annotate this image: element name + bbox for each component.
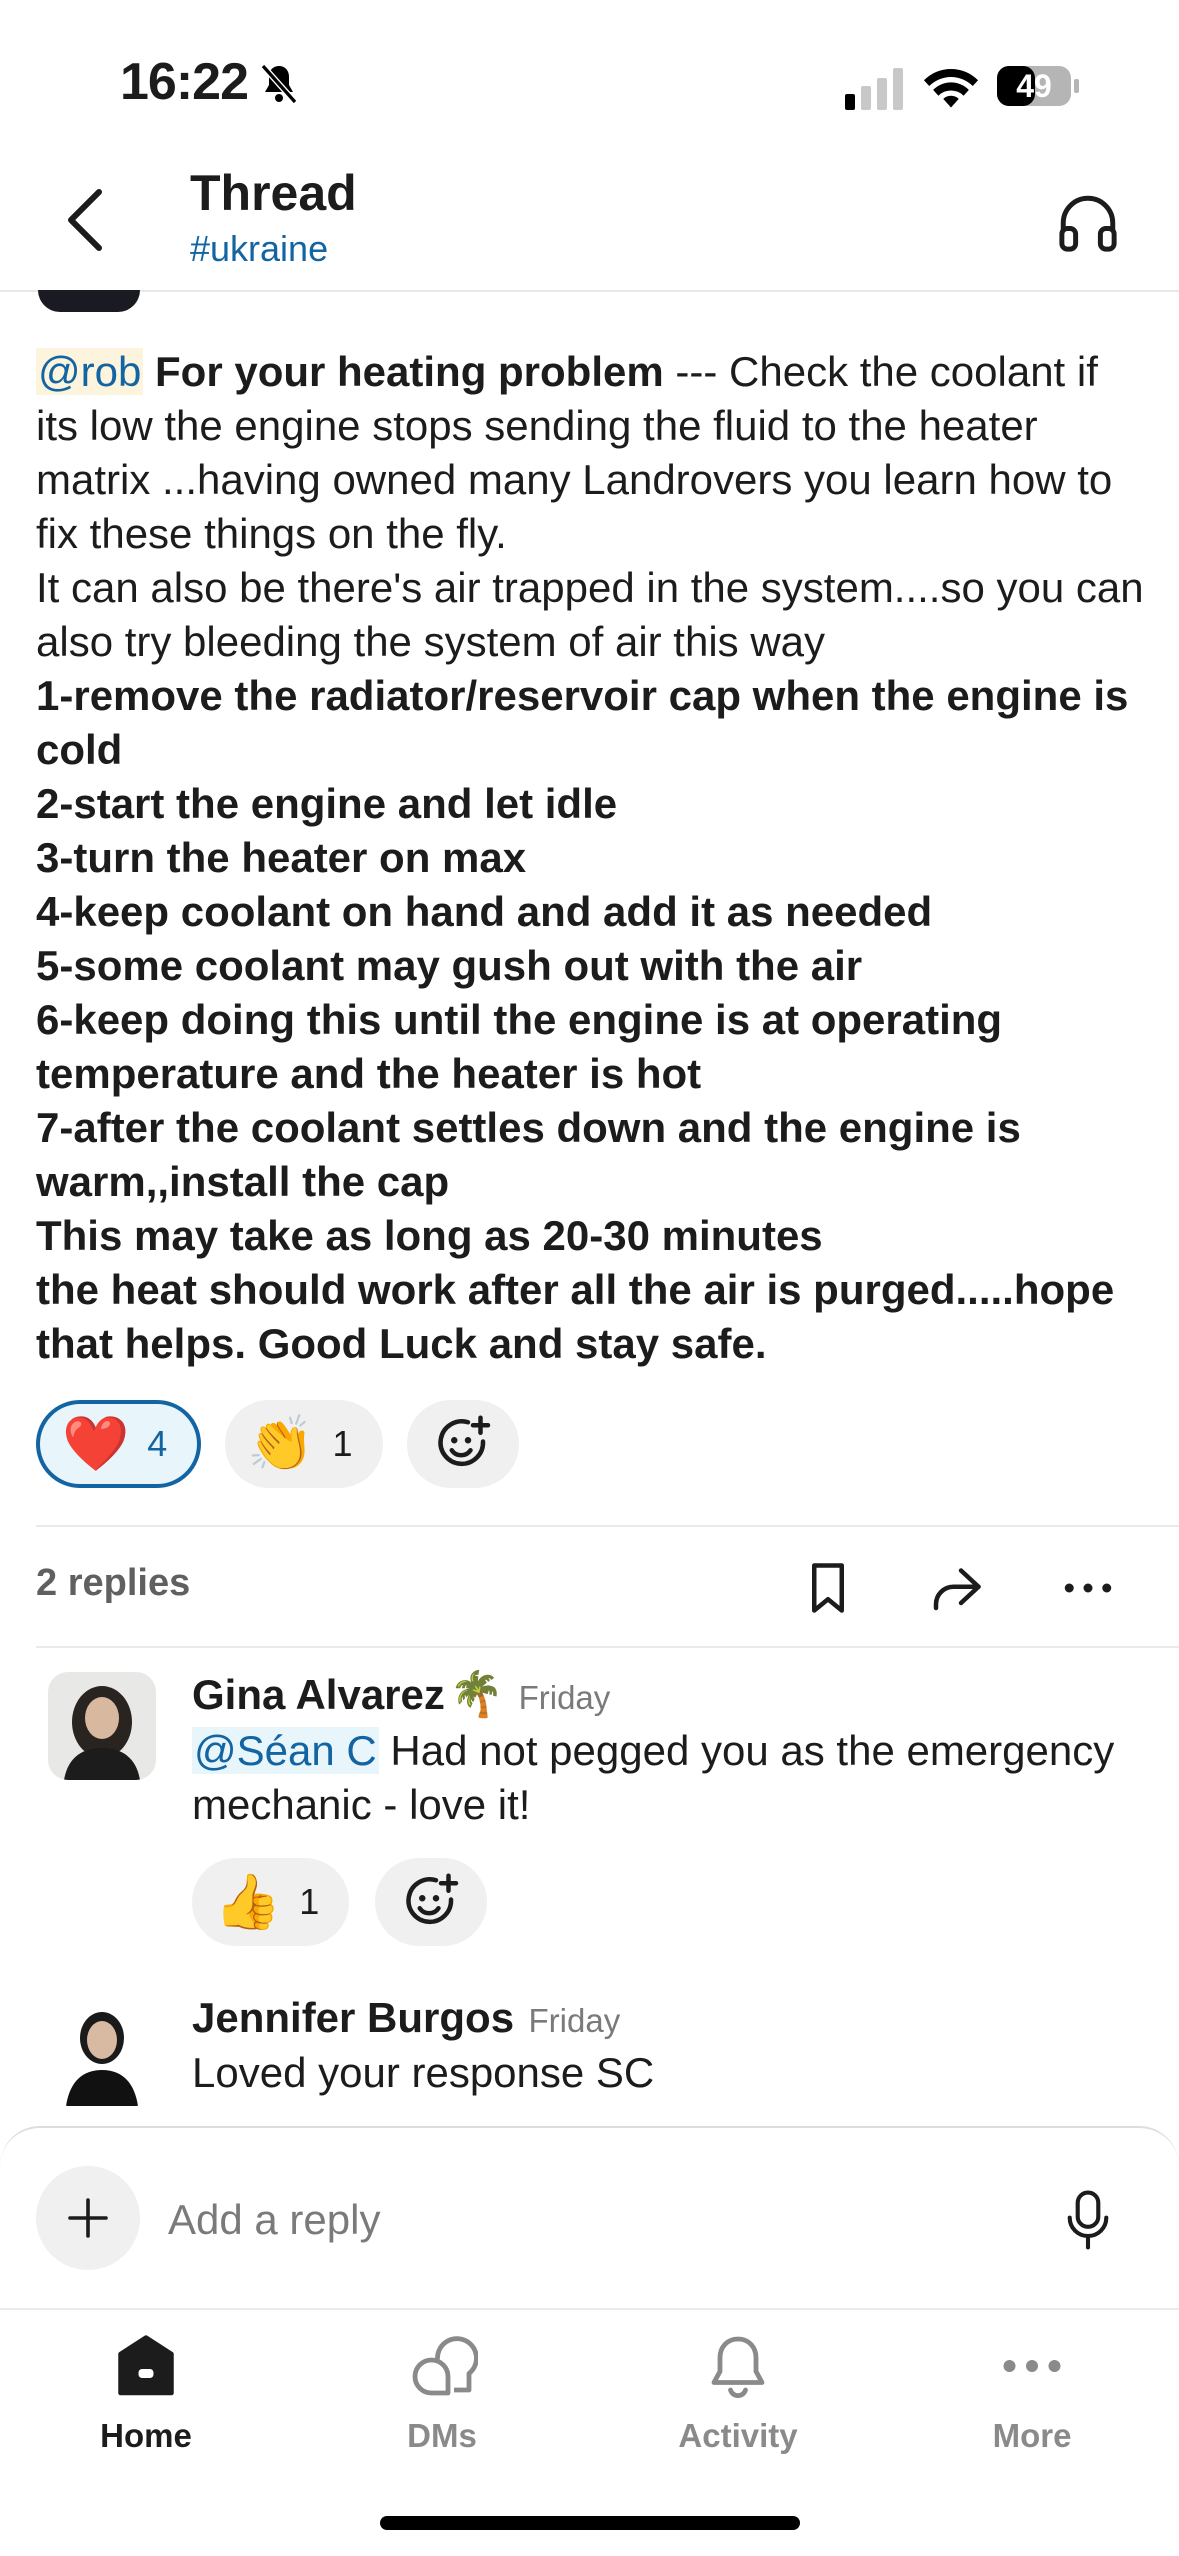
reaction-clap[interactable]: 👏 1	[225, 1400, 383, 1488]
reply-body: Gina Alvarez 🌴 Friday @Séan C Had not pe…	[192, 1668, 1132, 1832]
headphones-icon[interactable]	[1055, 190, 1121, 256]
bell-off-icon	[260, 64, 298, 104]
reply-body: Jennifer Burgos Friday Loved your respon…	[192, 1994, 1132, 2100]
message-step: 1-remove the radiator/reservoir cap when…	[36, 672, 1129, 773]
add-reaction-button[interactable]	[406, 1400, 519, 1488]
reply-text: Loved your response SC	[192, 2049, 655, 2096]
home-icon	[118, 2335, 174, 2396]
message-step: 4-keep coolant on hand and add it as nee…	[36, 888, 933, 935]
avatar-photo	[48, 1998, 156, 2106]
more-icon	[1003, 2360, 1061, 2372]
divider	[36, 1646, 1179, 1648]
microphone-icon[interactable]	[1060, 2188, 1116, 2252]
palm-tree-icon: 🌴	[449, 1670, 505, 1719]
tab-home[interactable]: Home	[46, 2330, 246, 2480]
reply-count: 2 replies	[36, 1562, 191, 1604]
battery-indicator: 49	[996, 64, 1080, 108]
message-reactions: ❤️ 4 👏 1	[36, 1400, 519, 1488]
status-bar: 16:22 49	[0, 0, 1179, 170]
reaction-heart[interactable]: ❤️ 4	[36, 1400, 202, 1488]
message-step: 7-after the coolant settles down and the…	[36, 1104, 1021, 1205]
thread-parent-message: @rob For your heating problem --- Check …	[36, 345, 1146, 1371]
back-button[interactable]	[50, 180, 120, 260]
avatar[interactable]	[48, 1672, 156, 1780]
tab-more[interactable]: More	[932, 2330, 1132, 2480]
wifi-icon	[923, 68, 979, 108]
share-icon[interactable]	[926, 1558, 986, 1618]
message-step: 6-keep doing this until the engine is at…	[36, 996, 1003, 1097]
bookmark-icon[interactable]	[798, 1558, 858, 1618]
reply-input[interactable]	[168, 2188, 1008, 2252]
attach-button[interactable]	[36, 2166, 140, 2270]
add-emoji-icon	[437, 1415, 490, 1467]
reaction-thumbs-up[interactable]: 👍 1	[192, 1858, 350, 1946]
status-time: 16:22	[120, 53, 249, 111]
reply-timestamp: Friday	[528, 2002, 621, 2039]
reply-text: @Séan C Had not pegged you as the emerge…	[192, 1724, 1132, 1832]
message-step: 3-turn the heater on max	[36, 834, 527, 881]
divider	[36, 1525, 1179, 1527]
reply-reactions: 👍 1	[192, 1858, 488, 1946]
battery-level: 49	[1016, 68, 1052, 104]
dms-icon	[412, 2336, 479, 2396]
add-reaction-button[interactable]	[375, 1858, 488, 1946]
reaction-count: 4	[147, 1423, 168, 1464]
message-step: 5-some coolant may gush out with the air	[36, 942, 863, 989]
message-step: This may take as long as 20-30 minutes	[36, 1212, 823, 1259]
mention-link[interactable]: @rob	[36, 348, 144, 395]
message-bold-intro: For your heating problem	[155, 348, 664, 395]
bell-icon	[711, 2336, 765, 2398]
thread-reply-bar: 2 replies	[0, 1528, 1179, 1646]
reply-author-name[interactable]: Jennifer Burgos	[192, 1994, 514, 2041]
thread-header: Thread #ukraine	[0, 150, 1179, 292]
add-emoji-icon	[406, 1873, 459, 1925]
message-step: 2-start the engine and let idle	[36, 780, 618, 827]
author-avatar[interactable]	[38, 290, 140, 312]
more-options-icon[interactable]	[1058, 1558, 1118, 1618]
message-step: the heat should work after all the air i…	[36, 1266, 1115, 1367]
cellular-signal-icon	[845, 68, 903, 110]
page-title: Thread	[190, 165, 357, 221]
reaction-count: 1	[299, 1881, 320, 1922]
thumbs-up-emoji: 👍	[214, 1872, 282, 1932]
avatar-photo	[48, 1672, 156, 1780]
reaction-count: 1	[332, 1423, 353, 1464]
reply-timestamp: Friday	[518, 1679, 611, 1716]
tab-label: DMs	[407, 2417, 477, 2454]
tab-dms[interactable]: DMs	[342, 2330, 542, 2480]
clap-emoji: 👏	[247, 1414, 315, 1474]
tab-label: Home	[100, 2417, 192, 2454]
mention-link[interactable]: @Séan C	[192, 1727, 379, 1774]
plus-icon	[68, 2198, 108, 2238]
reply-composer	[0, 2126, 1179, 2308]
channel-link[interactable]: #ukraine	[190, 228, 328, 270]
reply-author-name[interactable]: Gina Alvarez	[192, 1671, 445, 1718]
message-line: It can also be there's air trapped in th…	[36, 564, 1144, 665]
avatar[interactable]	[48, 1998, 156, 2106]
tab-label: Activity	[678, 2417, 798, 2454]
tab-activity[interactable]: Activity	[638, 2330, 838, 2480]
home-indicator	[380, 2516, 800, 2530]
chevron-left-icon	[68, 189, 102, 251]
tab-label: More	[992, 2417, 1072, 2454]
heart-emoji: ❤️	[62, 1414, 130, 1474]
